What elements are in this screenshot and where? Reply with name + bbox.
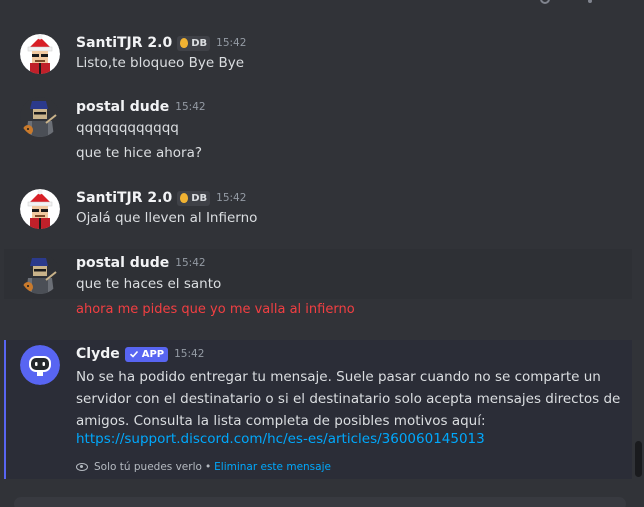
username[interactable]: SantiTJR 2.0 xyxy=(76,190,172,206)
timestamp[interactable]: 15:42 xyxy=(175,101,205,113)
failed-message-text[interactable]: ahora me pides que yo me valla al infier… xyxy=(76,302,355,317)
clyde-avatar[interactable] xyxy=(20,345,60,385)
server-tag[interactable]: DB xyxy=(177,35,211,51)
scrollbar-thumb[interactable] xyxy=(635,441,642,477)
timestamp[interactable]: 15:42 xyxy=(175,257,205,269)
message-text: Listo,te bloqueo Bye Bye xyxy=(76,55,245,71)
username[interactable]: postal dude xyxy=(76,255,169,271)
message-text: Ojalá que lleven al Infierno xyxy=(76,210,258,226)
flame-icon xyxy=(180,38,189,48)
message-text: que te hice ahora? xyxy=(76,145,203,161)
server-tag[interactable]: DB xyxy=(177,190,211,206)
message-header: Clyde APP 15:42 xyxy=(76,344,204,364)
visibility-note: Solo tú puedes verlo xyxy=(94,461,202,473)
ephemeral-accent-bar xyxy=(4,340,6,479)
more-icon[interactable] xyxy=(588,0,592,3)
avatar[interactable] xyxy=(20,34,60,74)
top-bar xyxy=(0,0,644,14)
username[interactable]: Clyde xyxy=(76,346,120,362)
avatar[interactable] xyxy=(20,97,60,137)
app-badge: APP xyxy=(124,346,169,362)
timestamp[interactable]: 15:42 xyxy=(216,37,246,49)
message-header: SantiTJR 2.0 DB 15:42 xyxy=(76,33,246,53)
eye-icon xyxy=(76,463,88,471)
message-header: postal dude 15:42 xyxy=(76,97,206,117)
message-text: que te haces el santo xyxy=(76,276,222,292)
message-text: qqqqqqqqqqqq xyxy=(76,120,179,136)
flame-icon xyxy=(180,193,189,203)
timestamp[interactable]: 15:42 xyxy=(174,348,204,360)
checkmark-icon xyxy=(129,350,138,358)
support-link[interactable]: https://support.discord.com/hc/es-es/art… xyxy=(76,431,485,447)
timestamp[interactable]: 15:42 xyxy=(216,192,246,204)
server-tag-label: DB xyxy=(191,37,208,49)
avatar[interactable] xyxy=(20,189,60,229)
separator: • xyxy=(204,461,212,473)
message-header: SantiTJR 2.0 DB 15:42 xyxy=(76,188,246,208)
message-header: postal dude 15:42 xyxy=(76,253,206,273)
username[interactable]: postal dude xyxy=(76,99,169,115)
clyde-message-text: No se ha podido entregar tu mensaje. Sue… xyxy=(76,369,621,429)
app-badge-label: APP xyxy=(141,348,165,360)
dismiss-message-link[interactable]: Eliminar este mensaje xyxy=(214,461,331,473)
message-composer[interactable] xyxy=(14,497,626,507)
status-icon[interactable] xyxy=(540,0,550,4)
username[interactable]: SantiTJR 2.0 xyxy=(76,35,172,51)
ephemeral-note: Solo tú puedes verlo • Eliminar este men… xyxy=(76,459,331,475)
scrollbar[interactable] xyxy=(632,0,644,507)
avatar[interactable] xyxy=(20,254,60,294)
server-tag-label: DB xyxy=(191,192,208,204)
